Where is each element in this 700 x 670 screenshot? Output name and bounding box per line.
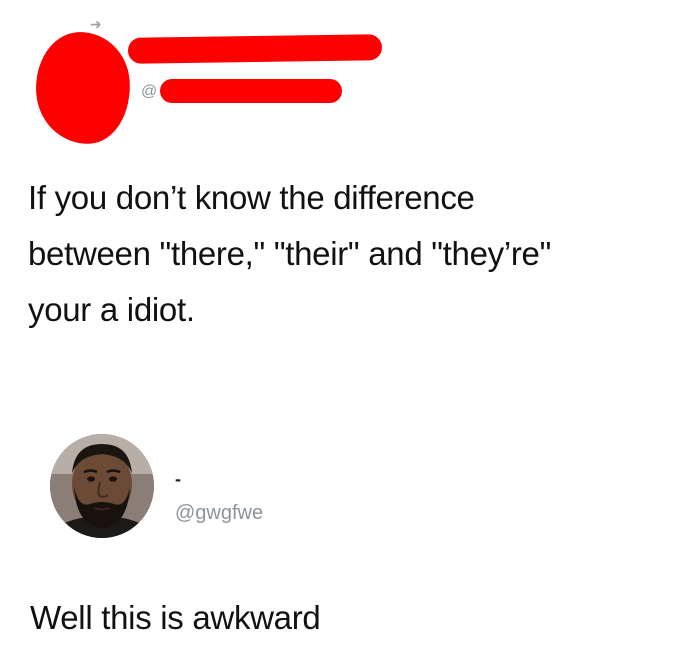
bearded-man-avatar-icon	[50, 434, 154, 538]
avatar[interactable]	[50, 434, 154, 538]
tweet-reply: - @gwgfwe Well this is awkward	[0, 400, 700, 670]
tweet-text: Well this is awkward	[30, 599, 321, 636]
redacted-handle	[160, 79, 342, 103]
redacted-avatar	[32, 28, 134, 148]
author-handle[interactable]: @gwgfwe	[175, 501, 263, 525]
author-display-name[interactable]: -	[175, 470, 181, 488]
arrow-icon: ➜	[90, 16, 102, 32]
tweet-text: If you don’t know the difference between…	[28, 179, 552, 328]
redacted-display-name	[127, 34, 383, 64]
tweet-original: ➜ @ If you don’t know the difference bet…	[0, 0, 700, 400]
author-handle-prefix: @	[141, 83, 158, 100]
